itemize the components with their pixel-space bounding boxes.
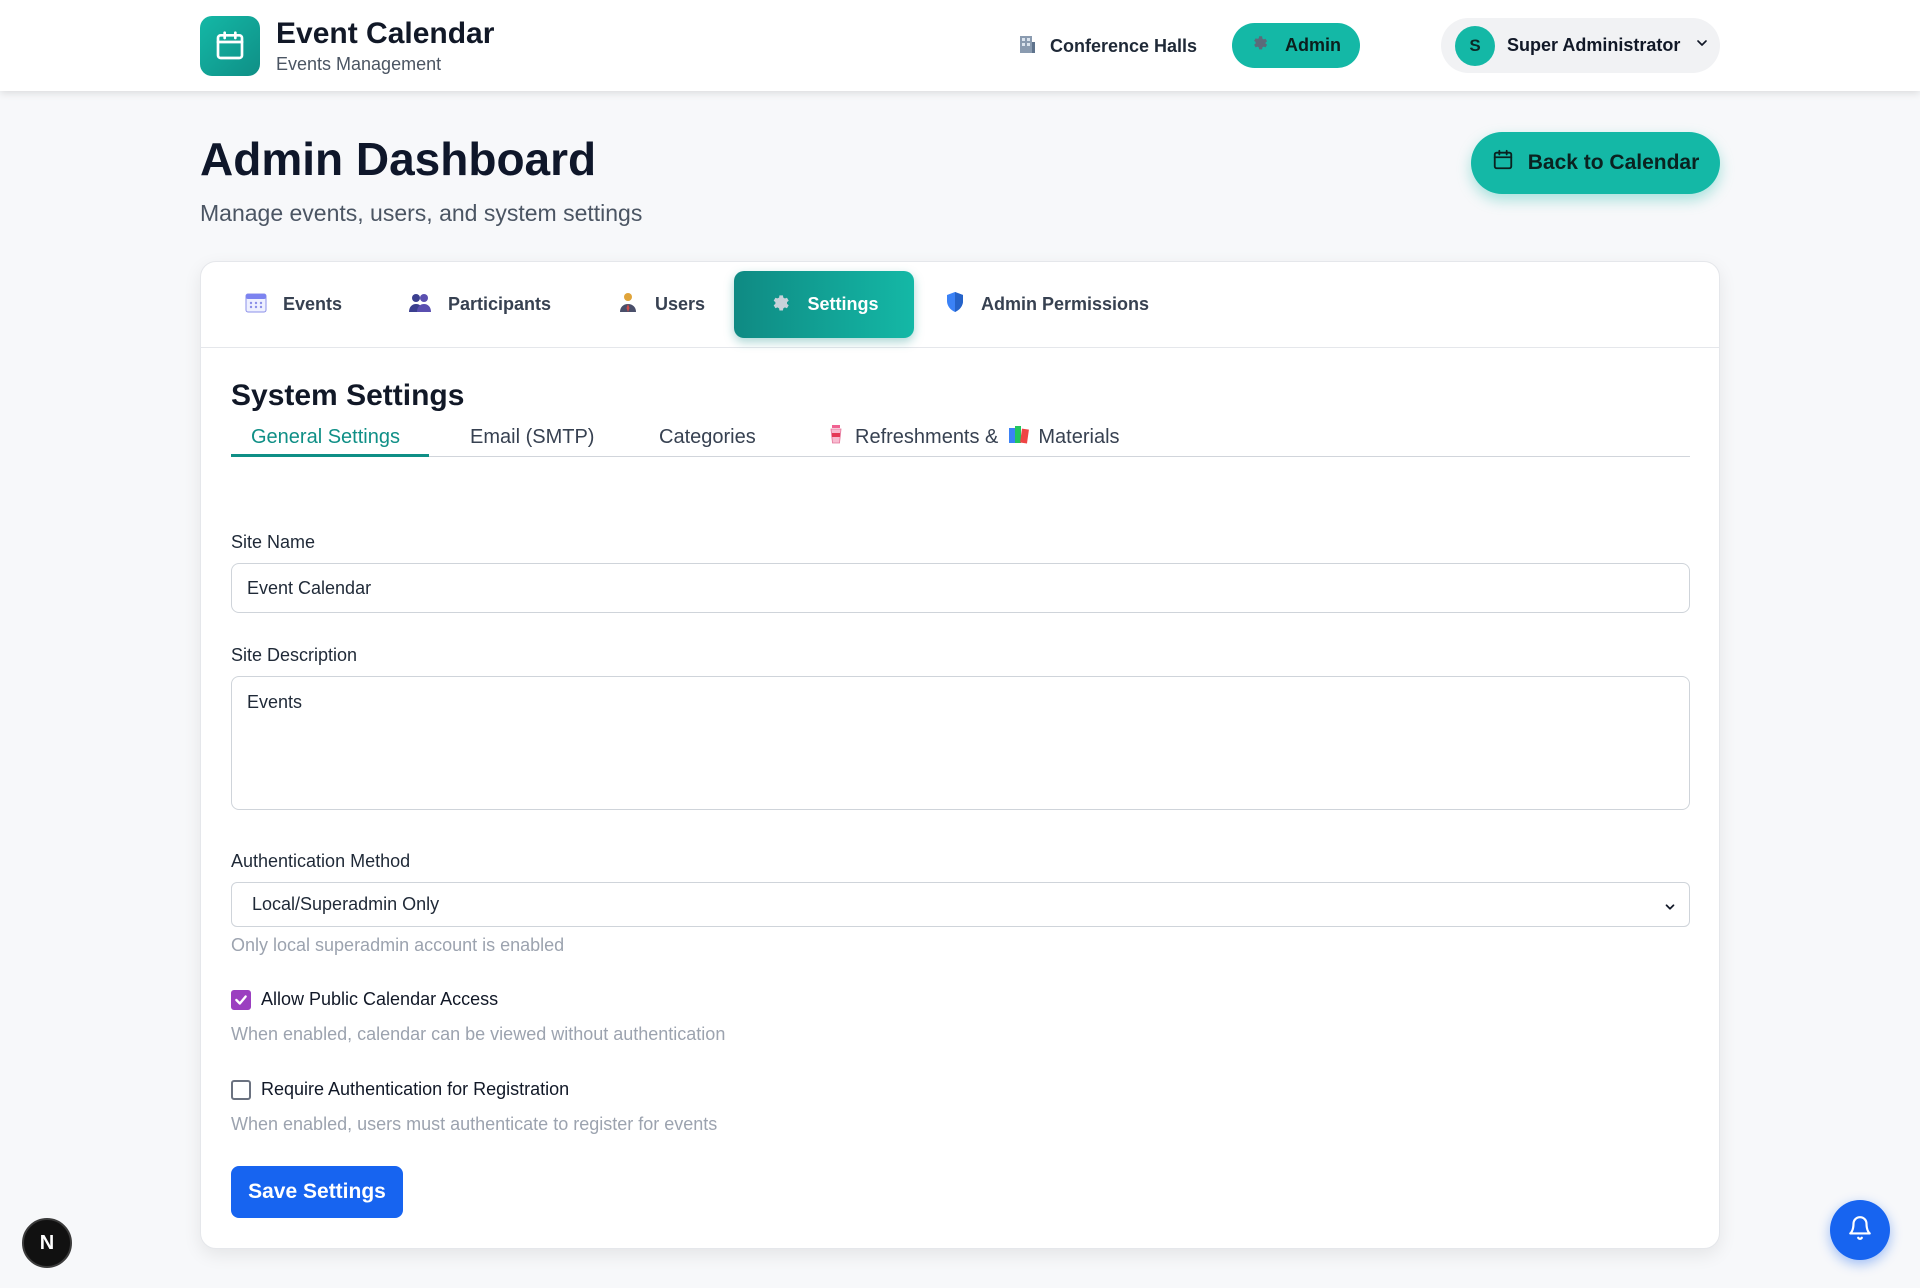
top-navigation-bar: Event Calendar Events Management Confere…	[0, 0, 1920, 91]
site-description-textarea[interactable]: Events	[231, 676, 1690, 810]
notifications-button[interactable]	[1830, 1200, 1890, 1260]
framework-dev-badge[interactable]: N	[22, 1218, 72, 1268]
auth-method-label: Authentication Method	[231, 851, 411, 871]
tab-admin-permissions[interactable]: Admin Permissions	[921, 271, 1173, 338]
require-auth-checkbox[interactable]	[231, 1079, 251, 1100]
site-description-label: Site Description	[231, 645, 358, 665]
tab-participants[interactable]: Participants	[384, 271, 575, 338]
user-icon	[617, 291, 639, 318]
drink-icon	[829, 424, 843, 450]
site-name-input[interactable]	[231, 563, 1690, 613]
public-access-row[interactable]: Allow Public Calendar Access	[231, 989, 498, 1010]
user-menu[interactable]: S Super Administrator	[1441, 18, 1720, 73]
building-icon	[1018, 34, 1036, 59]
tab-settings[interactable]: Settings	[734, 271, 914, 338]
user-name: Super Administrator	[1507, 35, 1681, 55]
brand[interactable]: Event Calendar Events Management	[200, 16, 494, 76]
admin-tabs: Events Participants Users Settings Admin…	[201, 262, 1719, 348]
bell-icon	[1847, 1215, 1873, 1246]
require-auth-label: Require Authentication for Registration	[261, 1079, 570, 1099]
tab-events[interactable]: Events	[221, 271, 366, 338]
site-name-label: Site Name	[231, 532, 316, 552]
books-icon	[1008, 424, 1030, 450]
subtab-categories[interactable]: Categories	[659, 417, 756, 457]
save-settings-button[interactable]: Save Settings	[231, 1166, 403, 1218]
tab-users[interactable]: Users	[593, 271, 729, 338]
calendar-icon	[1492, 149, 1514, 177]
tab-users-label: Users	[655, 294, 706, 314]
nav-conference-halls[interactable]: Conference Halls	[1018, 30, 1197, 62]
auth-method-selected: Local/Superadmin Only	[252, 894, 440, 914]
public-access-label: Allow Public Calendar Access	[261, 989, 499, 1009]
subtab-refreshments-label: Refreshments &	[855, 425, 999, 448]
gear-icon	[769, 291, 791, 318]
auth-method-hint: Only local superadmin account is enabled	[231, 935, 565, 955]
require-auth-row[interactable]: Require Authentication for Registration	[231, 1079, 569, 1100]
public-access-checkbox[interactable]	[231, 989, 251, 1010]
chevron-down-icon	[1663, 898, 1677, 919]
avatar: S	[1455, 25, 1495, 66]
calendar-icon	[245, 291, 267, 318]
section-title: System Settings	[231, 379, 465, 412]
back-to-calendar-button[interactable]: Back to Calendar	[1471, 132, 1720, 194]
back-to-calendar-label: Back to Calendar	[1527, 151, 1700, 174]
nav-admin-label: Admin	[1285, 35, 1341, 55]
subtab-materials-label: Materials	[1038, 425, 1120, 448]
page-title: Admin Dashboard	[200, 133, 597, 185]
nav-conference-halls-label: Conference Halls	[1050, 35, 1198, 56]
tab-admin-permissions-label: Admin Permissions	[981, 294, 1150, 314]
auth-method-select[interactable]: Local/Superadmin Only	[231, 882, 1690, 927]
gear-icon	[1251, 34, 1269, 57]
tab-participants-label: Participants	[448, 294, 552, 314]
shield-icon	[945, 291, 965, 318]
tab-settings-label: Settings	[807, 294, 879, 314]
app-title: Event Calendar	[276, 17, 495, 50]
subtab-email-smtp[interactable]: Email (SMTP)	[470, 417, 594, 457]
public-access-hint: When enabled, calendar can be viewed wit…	[231, 1024, 726, 1044]
people-icon	[408, 291, 432, 318]
app-subtitle: Events Management	[276, 54, 442, 74]
subtab-refreshments-materials[interactable]: Refreshments & Materials	[829, 417, 1120, 457]
nav-admin[interactable]: Admin	[1232, 23, 1360, 68]
subtab-general-settings[interactable]: General Settings	[251, 417, 400, 457]
page-subtitle: Manage events, users, and system setting…	[200, 200, 643, 226]
require-auth-hint: When enabled, users must authenticate to…	[231, 1114, 718, 1134]
tab-events-label: Events	[283, 294, 343, 314]
admin-panel-card: Events Participants Users Settings Admin…	[200, 261, 1720, 1249]
calendar-logo-icon	[200, 16, 260, 76]
chevron-down-icon	[1694, 35, 1710, 56]
